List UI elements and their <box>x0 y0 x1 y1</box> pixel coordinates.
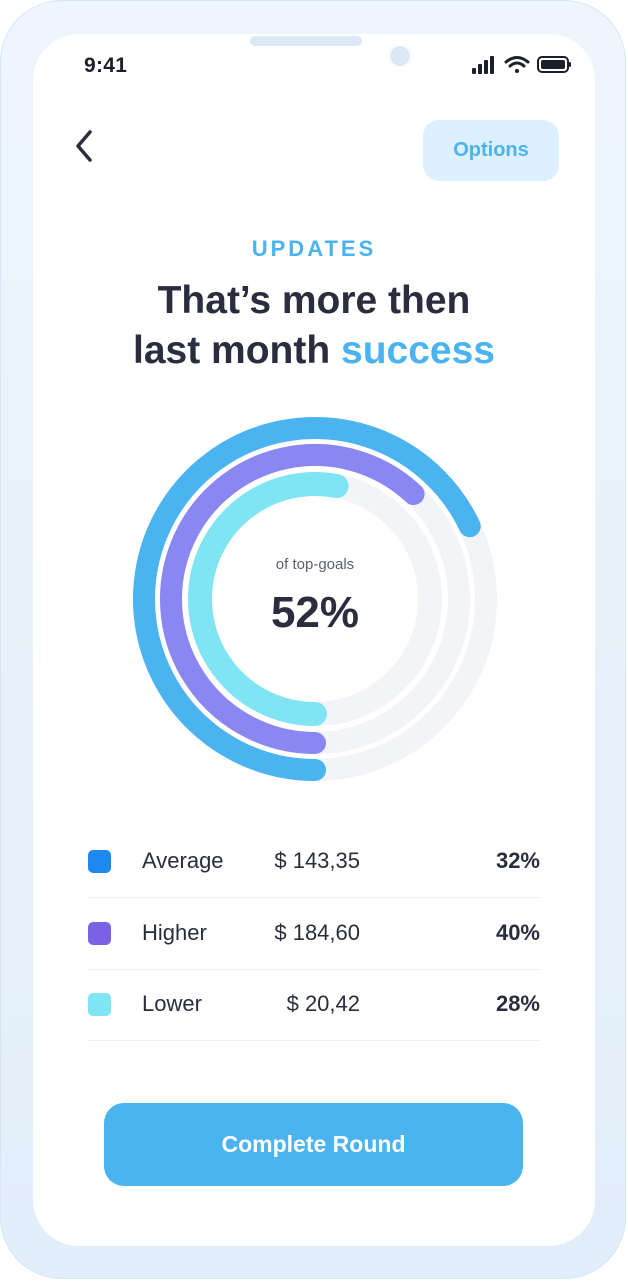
wifi-icon <box>504 56 530 73</box>
legend-percent: 28% <box>495 991 540 1016</box>
page-headline: That’s more then last month success <box>0 276 628 376</box>
legend-amount: $ 184,60 <box>274 920 360 945</box>
legend-swatch <box>88 850 111 873</box>
headline-accent-word: success <box>341 329 495 372</box>
headline-line-2: last month <box>133 329 342 372</box>
status-time: 9:41 <box>84 54 128 77</box>
complete-round-button[interactable]: Complete Round <box>104 1103 523 1186</box>
chart-center-label: of top-goals <box>275 556 355 573</box>
legend-amount: $ 143,35 <box>274 848 360 873</box>
chevron-left-icon <box>76 130 92 162</box>
signal-icon <box>472 56 494 74</box>
section-eyebrow: UPDATES <box>251 236 377 261</box>
status-icons <box>472 56 571 74</box>
front-camera <box>390 46 410 66</box>
legend-name: Higher <box>142 920 207 945</box>
legend-amount: $ 20,42 <box>286 991 360 1016</box>
options-button[interactable]: Options <box>423 120 559 181</box>
chart-center-value: 52% <box>270 588 360 637</box>
legend-row: Average $ 143,35 32% <box>88 826 540 898</box>
speaker-grille <box>250 36 362 46</box>
legend-row: Higher $ 184,60 40% <box>88 898 540 970</box>
legend-name: Average <box>142 848 224 873</box>
headline-line-1: That’s more then <box>157 279 471 322</box>
battery-icon <box>537 56 571 73</box>
back-button[interactable] <box>64 124 104 168</box>
legend-row: Lower $ 20,42 28% <box>88 969 540 1041</box>
legend-percent: 32% <box>495 848 540 873</box>
legend-swatch <box>88 993 111 1016</box>
legend-name: Lower <box>142 991 202 1016</box>
legend-swatch <box>88 922 111 945</box>
legend-percent: 40% <box>495 920 540 945</box>
